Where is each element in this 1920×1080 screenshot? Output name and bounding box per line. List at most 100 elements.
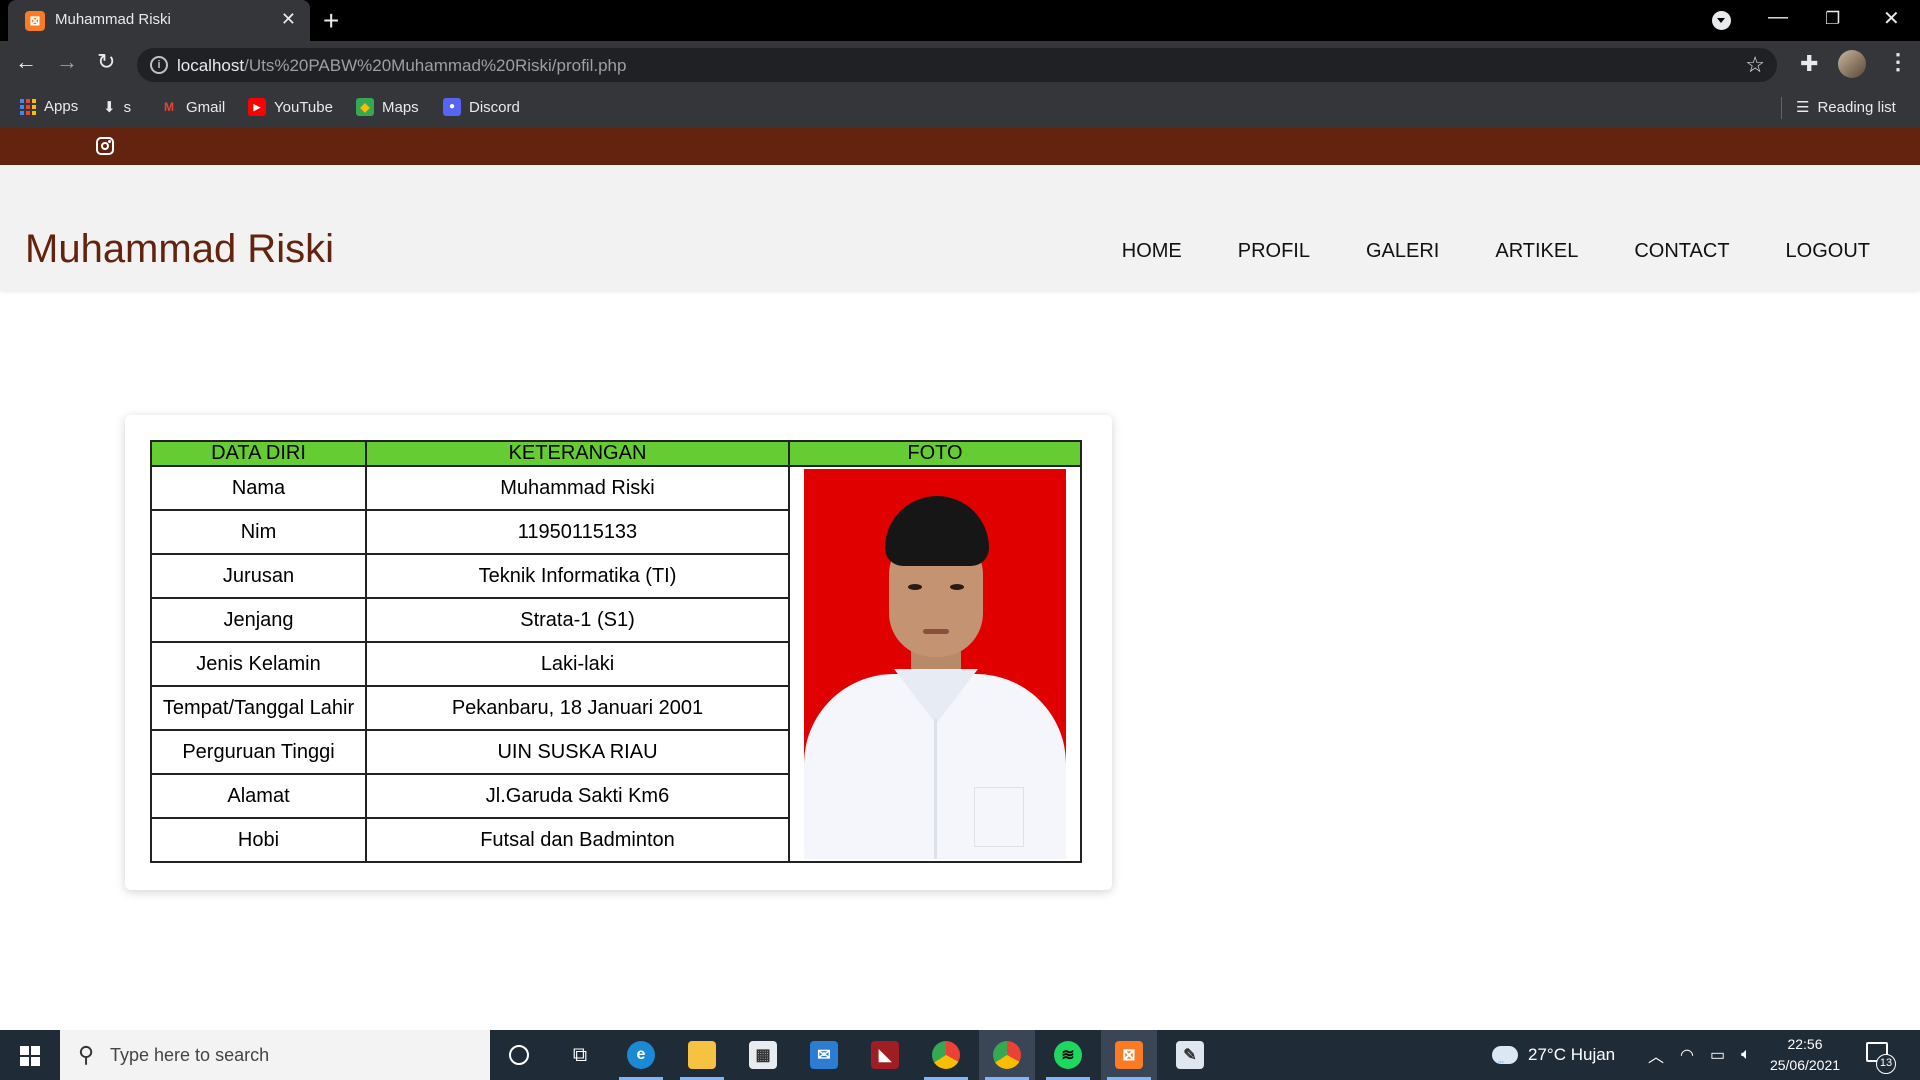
reload-icon[interactable]: ↻: [97, 49, 115, 75]
mail-icon[interactable]: ✉: [796, 1030, 852, 1080]
row-label: Nama: [150, 465, 367, 511]
new-tab-button[interactable]: +: [323, 5, 339, 37]
bookmarks-bar: Apps ⬇ s M Gmail ▶ YouTube ◆ Maps ● Disc…: [0, 89, 1920, 127]
start-button[interactable]: [20, 1046, 40, 1066]
browser-toolbar: ← → ↻ i localhost/Uts%20PABW%20Muhammad%…: [0, 41, 1920, 89]
taskbar-clock[interactable]: 22:56 25/06/2021: [1760, 1034, 1850, 1076]
row-label: Jenis Kelamin: [150, 641, 367, 687]
apps-grid-icon: [20, 98, 36, 115]
nav-logout[interactable]: LOGOUT: [1786, 240, 1870, 263]
system-tray: ︿ ◠ ▭ 🔈︎: [1648, 1030, 1751, 1080]
nav-home[interactable]: HOME: [1122, 240, 1182, 263]
network-icon[interactable]: ◠: [1680, 1045, 1694, 1065]
reading-list-button[interactable]: ☰ Reading list: [1796, 98, 1896, 117]
xampp-icon: ⊠: [25, 11, 45, 31]
chrome-icon[interactable]: [918, 1030, 974, 1080]
cortana-icon[interactable]: [491, 1030, 547, 1080]
header-data-diri: DATA DIRI: [150, 440, 367, 467]
edge-icon[interactable]: e: [613, 1030, 669, 1080]
forward-icon[interactable]: →: [56, 49, 78, 75]
bookmark-s[interactable]: ⬇ s: [103, 98, 131, 117]
tab-title: Muhammad Riski: [55, 11, 171, 28]
browser-tab-strip: ⊠ Muhammad Riski ✕ + — ❐ ✕: [0, 0, 1920, 41]
url-text[interactable]: localhost/Uts%20PABW%20Muhammad%20Riski/…: [177, 56, 626, 76]
tab-search-icon[interactable]: [1712, 11, 1731, 30]
bookmark-discord[interactable]: ● Discord: [443, 98, 520, 116]
instagram-icon[interactable]: [96, 137, 114, 155]
row-value: 11950115133: [365, 509, 790, 555]
row-value: Pekanbaru, 18 Januari 2001: [365, 685, 790, 731]
youtube-icon: ▶: [248, 98, 266, 116]
gmail-icon: M: [164, 100, 174, 114]
close-tab-icon[interactable]: ✕: [281, 9, 296, 30]
profile-photo: [804, 469, 1066, 859]
weather-widget[interactable]: 27°C Hujan: [1492, 1030, 1615, 1080]
row-value: Teknik Informatika (TI): [365, 553, 790, 599]
nav-contact[interactable]: CONTACT: [1634, 240, 1729, 263]
row-label: Perguruan Tinggi: [150, 729, 367, 775]
task-view-icon[interactable]: ⧉: [552, 1030, 608, 1080]
nav-galeri[interactable]: GALERI: [1366, 240, 1439, 263]
photo-cell: [788, 465, 1082, 863]
header-keterangan: KETERANGAN: [365, 440, 790, 467]
bookmark-star-icon[interactable]: ☆: [1745, 52, 1765, 78]
row-value: UIN SUSKA RIAU: [365, 729, 790, 775]
nav-profil[interactable]: PROFIL: [1238, 240, 1310, 263]
file-explorer-icon[interactable]: [674, 1030, 730, 1080]
row-value: Muhammad Riski: [365, 465, 790, 511]
row-label: Jenjang: [150, 597, 367, 643]
row-value: Laki-laki: [365, 641, 790, 687]
row-label: Tempat/Tanggal Lahir: [150, 685, 367, 731]
bookmark-gmail[interactable]: M Gmail: [160, 98, 225, 116]
address-bar[interactable]: i localhost/Uts%20PABW%20Muhammad%20Risk…: [137, 48, 1777, 82]
reading-list-icon: ☰: [1796, 99, 1810, 116]
site-brand[interactable]: Muhammad Riski: [25, 227, 334, 272]
browser-menu-icon[interactable]: ⋮: [1887, 49, 1909, 75]
chrome-profile-icon[interactable]: [979, 1030, 1035, 1080]
table-header-row: DATA DIRI KETERANGAN FOTO: [150, 440, 1082, 467]
spotify-icon[interactable]: ≋: [1040, 1030, 1096, 1080]
download-icon: ⬇: [103, 99, 116, 116]
bookmarks-separator: [1781, 97, 1782, 119]
bookmark-apps[interactable]: Apps: [20, 98, 78, 115]
windows-taskbar: ⚲ Type here to search ⧉ e ▦ ✉ ◣ ≋ ⊠ ✎ 27…: [0, 1030, 1920, 1080]
bookmark-maps[interactable]: ◆ Maps: [356, 98, 419, 116]
row-label: Jurusan: [150, 553, 367, 599]
minimize-icon[interactable]: —: [1768, 6, 1788, 29]
nav-artikel[interactable]: ARTIKEL: [1495, 240, 1578, 263]
site-info-icon[interactable]: i: [150, 56, 168, 74]
show-hidden-icons-chevron-icon[interactable]: ︿: [1648, 1043, 1664, 1067]
search-icon: ⚲: [78, 1042, 95, 1067]
site-header: Muhammad Riski HOME PROFIL GALERI ARTIKE…: [0, 165, 1920, 290]
taskbar-search-input[interactable]: ⚲ Type here to search: [60, 1030, 490, 1080]
table-row: Nama Muhammad Riski: [150, 465, 1082, 863]
game-icon[interactable]: ◣: [857, 1030, 913, 1080]
paint-icon[interactable]: ✎: [1162, 1030, 1218, 1080]
row-value: Strata-1 (S1): [365, 597, 790, 643]
browser-tab[interactable]: ⊠ Muhammad Riski ✕: [8, 0, 310, 41]
header-foto: FOTO: [788, 440, 1082, 467]
profile-avatar[interactable]: [1838, 50, 1866, 78]
row-label: Hobi: [150, 817, 367, 863]
row-value: Futsal dan Badminton: [365, 817, 790, 863]
extensions-icon[interactable]: ✚: [1800, 51, 1818, 77]
maps-icon: ◆: [356, 98, 374, 116]
volume-icon[interactable]: 🔈︎: [1741, 1046, 1751, 1064]
battery-icon[interactable]: ▭: [1710, 1045, 1725, 1065]
xampp-icon[interactable]: ⊠: [1101, 1030, 1157, 1080]
store-icon[interactable]: ▦: [735, 1030, 791, 1080]
site-topbar: [0, 127, 1920, 165]
profile-table: DATA DIRI KETERANGAN FOTO Nama Muhammad …: [150, 440, 1082, 863]
back-icon[interactable]: ←: [15, 49, 37, 75]
close-window-icon[interactable]: ✕: [1883, 6, 1900, 31]
main-nav: HOME PROFIL GALERI ARTIKEL CONTACT LOGOU…: [1122, 240, 1870, 263]
row-label: Nim: [150, 509, 367, 555]
bookmark-youtube[interactable]: ▶ YouTube: [248, 98, 333, 116]
notification-badge: 13: [1876, 1054, 1896, 1074]
weather-icon: [1492, 1046, 1518, 1071]
row-value: Jl.Garuda Sakti Km6: [365, 773, 790, 819]
row-label: Alamat: [150, 773, 367, 819]
restore-icon[interactable]: ❐: [1825, 9, 1840, 29]
discord-icon: ●: [443, 98, 461, 116]
profile-card: DATA DIRI KETERANGAN FOTO Nama Muhammad …: [125, 415, 1112, 890]
